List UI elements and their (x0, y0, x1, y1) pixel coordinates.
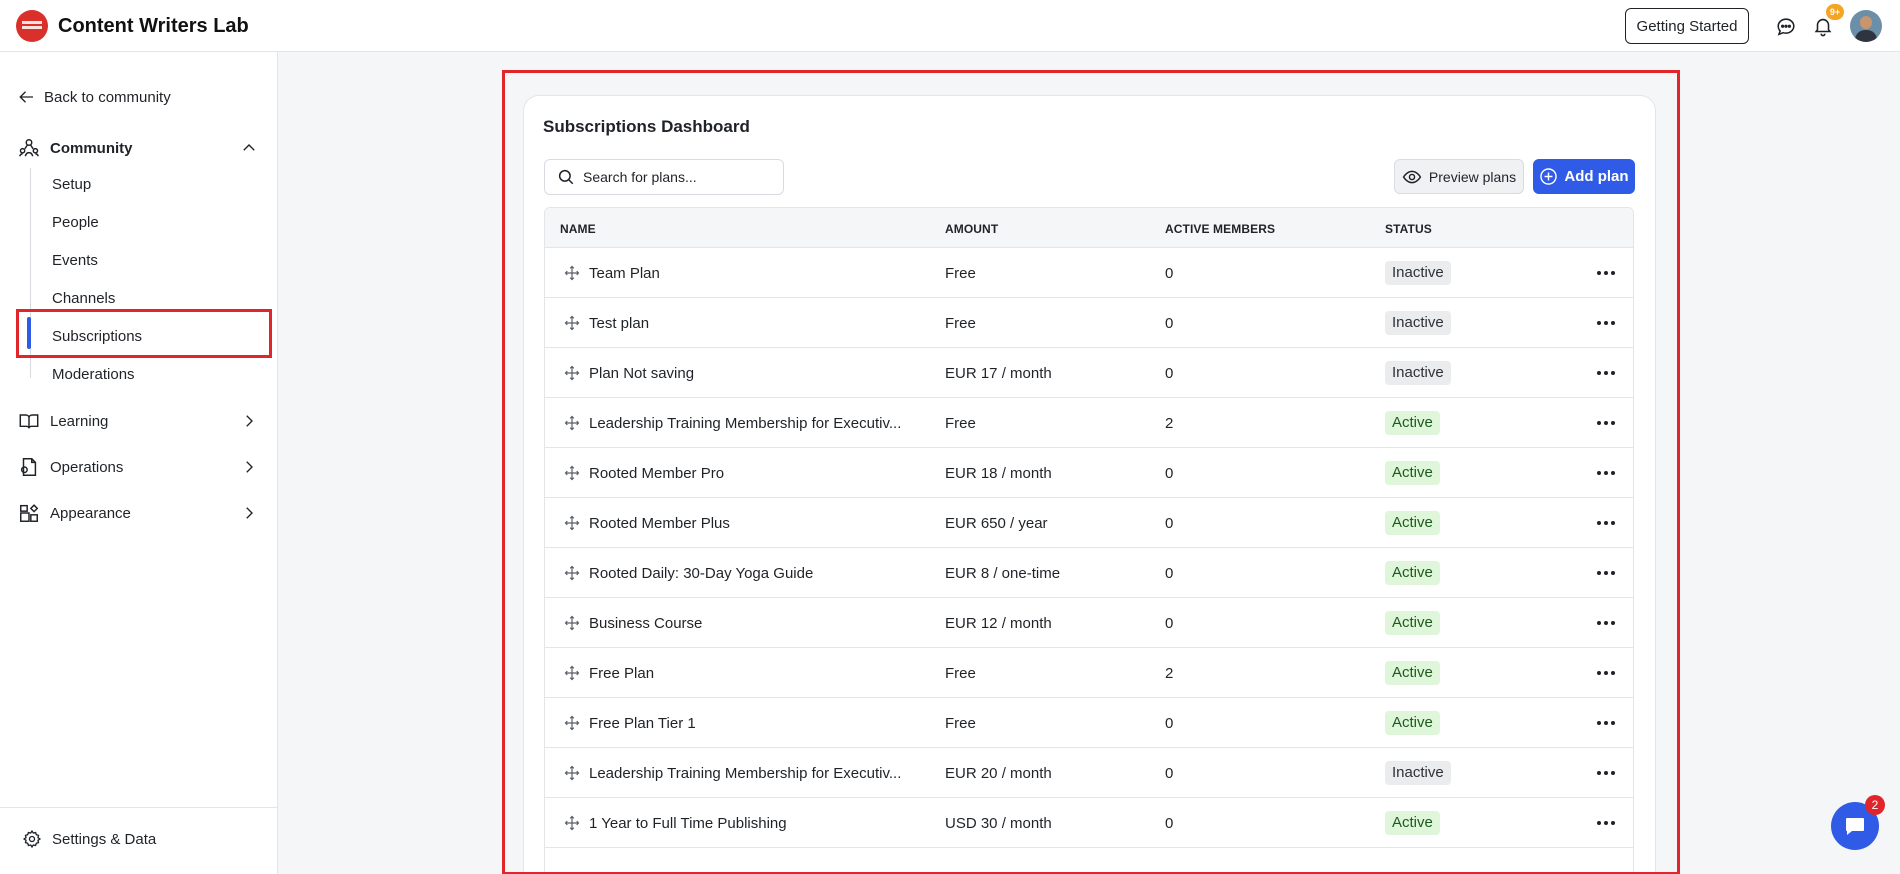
user-avatar[interactable] (1850, 10, 1882, 42)
gear-icon (22, 829, 42, 849)
settings-and-data-link[interactable]: Settings & Data (22, 829, 156, 849)
operations-label: Operations (50, 458, 124, 476)
chat-bubble-icon (1846, 818, 1864, 835)
chevron-up-icon[interactable] (240, 139, 258, 157)
chevron-right-icon[interactable] (240, 504, 258, 522)
sidebar-item-events[interactable]: Events (52, 252, 98, 269)
active-item-indicator (27, 317, 31, 349)
sidebar-item-moderations[interactable]: Moderations (52, 366, 135, 383)
top-bar: Content Writers Lab Getting Started 9+ (0, 0, 1900, 52)
sidebar: Back to community Community Setup People… (0, 52, 278, 874)
dashboard-highlight-outline (502, 70, 1680, 874)
chevron-right-icon[interactable] (240, 412, 258, 430)
community-label: Community (50, 139, 133, 157)
brand-name[interactable]: Content Writers Lab (58, 15, 249, 38)
sidebar-item-channels[interactable]: Channels (52, 290, 115, 307)
book-icon (19, 414, 39, 429)
sidebar-divider (0, 807, 278, 808)
sidebar-section-operations[interactable]: Operations (18, 456, 258, 478)
sidebar-section-community[interactable]: Community (18, 137, 258, 159)
chat-icon[interactable] (1775, 16, 1797, 38)
learning-label: Learning (50, 412, 109, 430)
sidebar-item-people[interactable]: People (52, 214, 99, 231)
sidebar-section-appearance[interactable]: Appearance (18, 502, 258, 524)
settings-label: Settings & Data (52, 830, 157, 848)
operations-icon (20, 458, 37, 476)
sidebar-item-subscriptions[interactable]: Subscriptions (52, 328, 142, 345)
community-icon (19, 139, 39, 157)
appearance-label: Appearance (50, 504, 131, 522)
chevron-right-icon[interactable] (240, 458, 258, 476)
back-label: Back to community (44, 88, 171, 106)
notification-count-badge: 9+ (1826, 4, 1844, 20)
appearance-icon (20, 504, 39, 522)
back-to-community-link[interactable]: Back to community (18, 88, 171, 106)
sidebar-section-learning[interactable]: Learning (18, 410, 258, 432)
arrow-left-icon (19, 91, 33, 103)
getting-started-button[interactable]: Getting Started (1625, 8, 1749, 44)
community-logo[interactable] (16, 10, 48, 42)
sidebar-item-setup[interactable]: Setup (52, 176, 91, 193)
help-unread-badge: 2 (1865, 795, 1885, 815)
